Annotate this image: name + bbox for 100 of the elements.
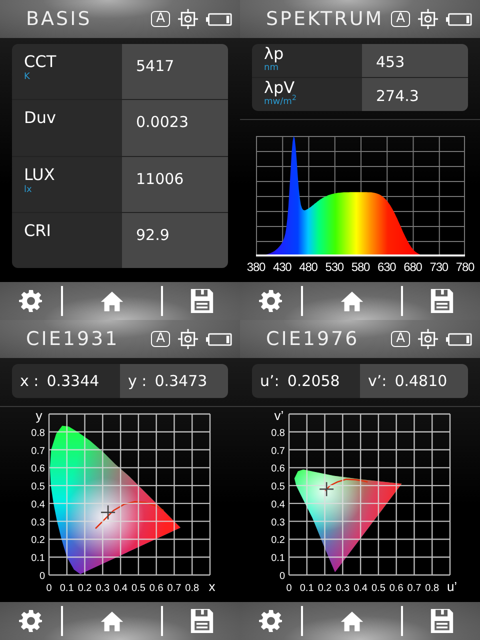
mode-badge: A — [391, 11, 410, 27]
x-tick-label: 0.3 — [336, 583, 350, 594]
settings-icon — [18, 289, 42, 313]
x-tick-label: 0.1 — [60, 583, 74, 594]
measurement-cross — [101, 505, 116, 520]
wavelength-label: 680 — [404, 260, 422, 274]
y-tick-label: 0.4 — [31, 499, 45, 510]
wavelength-label: 430 — [273, 260, 292, 274]
home-icon — [340, 289, 364, 313]
battery-icon — [446, 332, 472, 346]
home-icon — [100, 609, 124, 633]
y-axis-label: y — [36, 408, 42, 423]
x-tick-label: 0 — [286, 583, 292, 594]
x-tick-label: 0.5 — [132, 583, 146, 594]
unit-label: lx — [24, 184, 32, 196]
settings-icon — [18, 609, 42, 633]
y-tick-label: 0 — [279, 571, 285, 582]
x-tick-label: 0.8 — [425, 583, 440, 594]
x-axis-label: x — [208, 579, 216, 594]
save-icon — [430, 289, 454, 313]
mode-badge: A — [151, 11, 170, 27]
coordinate-value: 0.3344 — [46, 372, 100, 390]
y-tick-label: 0.8 — [271, 428, 285, 439]
x-tick-label: 0.3 — [96, 583, 110, 594]
coordinate-label: y : — [128, 372, 147, 390]
y-tick-label: 0.5 — [31, 482, 45, 493]
locus-curve-drawing — [95, 501, 164, 529]
crosshair-icon — [178, 9, 198, 29]
battery-icon — [446, 12, 472, 26]
crosshair-icon — [418, 329, 438, 349]
reading-value: 0.0023 — [136, 113, 188, 132]
measurement-cross — [320, 482, 334, 496]
y-tick-label: 0.8 — [31, 428, 45, 439]
x-tick-label: 0.6 — [389, 583, 404, 594]
reading-value: 5417 — [136, 57, 174, 75]
x-tick-label: 0.7 — [407, 583, 422, 594]
settings-icon — [258, 609, 282, 633]
wavelength-label: 730 — [430, 260, 448, 274]
wavelength-label: 480 — [299, 260, 318, 274]
y-tick-label: 0 — [39, 571, 45, 582]
battery-icon — [206, 12, 232, 26]
settings-icon — [258, 289, 282, 313]
y-tick-label: 0.5 — [271, 482, 285, 493]
unit-label: K — [24, 72, 30, 83]
save-icon — [190, 609, 214, 633]
y-tick-label: 0.3 — [271, 517, 285, 528]
y-tick-label: 0.2 — [271, 535, 285, 546]
coordinate-label: x : — [20, 372, 39, 390]
x-axis-label: u’ — [446, 579, 458, 594]
home-icon — [100, 289, 124, 313]
y-axis-label: v’ — [274, 408, 284, 423]
reading-label: CRI — [24, 220, 52, 241]
y-tick-label: 0.3 — [31, 517, 45, 528]
x-tick-label: 0.1 — [300, 583, 314, 594]
wavelength-label: 580 — [351, 260, 370, 274]
x-tick-label: 0 — [46, 583, 52, 594]
panel-title: BASIS — [26, 8, 93, 30]
x-tick-label: 0.2 — [318, 583, 332, 594]
wavelength-label: 630 — [378, 260, 396, 274]
save-icon — [430, 609, 454, 633]
mode-badge: A — [391, 331, 410, 347]
x-tick-label: 0.5 — [372, 583, 386, 594]
y-tick-label: 0.6 — [31, 464, 45, 475]
reading-value: 453 — [376, 53, 405, 71]
x-tick-label: 0.6 — [149, 583, 164, 594]
y-tick-label: 0.6 — [271, 464, 285, 475]
home-icon — [340, 609, 364, 633]
coordinate-label: u’: — [260, 372, 280, 390]
reading-label: λp — [264, 45, 284, 63]
x-tick-label: 0.8 — [185, 583, 200, 594]
crosshair-icon — [418, 9, 438, 29]
battery-icon — [206, 332, 232, 346]
y-tick-label: 0.2 — [31, 535, 45, 546]
x-tick-label: 0.7 — [167, 583, 182, 594]
coordinate-value: 0.2058 — [287, 372, 340, 390]
reading-value: 274.3 — [376, 87, 419, 105]
wavelength-label: 380 — [246, 260, 266, 274]
reading-label: Duv — [24, 108, 56, 128]
coordinate-label: v’: — [368, 372, 387, 390]
y-tick-label: 0.1 — [271, 553, 285, 564]
coordinate-value: 0.4810 — [394, 372, 448, 390]
panel-title: CIE1976 — [266, 328, 360, 350]
y-tick-label: 0.7 — [271, 446, 285, 457]
y-tick-label: 0.7 — [31, 446, 45, 457]
reading-label: λpV — [264, 79, 295, 97]
wavelength-label: 530 — [325, 260, 344, 274]
reading-value: 11006 — [136, 170, 184, 188]
y-tick-label: 0.1 — [31, 553, 45, 564]
unit-label: mw/m$^{2}$ — [264, 97, 296, 108]
crosshair-icon — [178, 329, 198, 349]
save-icon — [190, 289, 214, 313]
locus-curve-drawing — [324, 478, 368, 492]
unit-label: nm — [264, 63, 278, 74]
reading-label: LUX — [24, 164, 55, 184]
x-tick-label: 0.4 — [354, 583, 368, 594]
reading-label: CCT — [24, 52, 56, 72]
panel-title: CIE1931 — [26, 328, 120, 350]
mode-badge: A — [151, 331, 170, 347]
y-tick-label: 0.4 — [271, 499, 285, 510]
coordinate-value: 0.3473 — [154, 372, 208, 390]
